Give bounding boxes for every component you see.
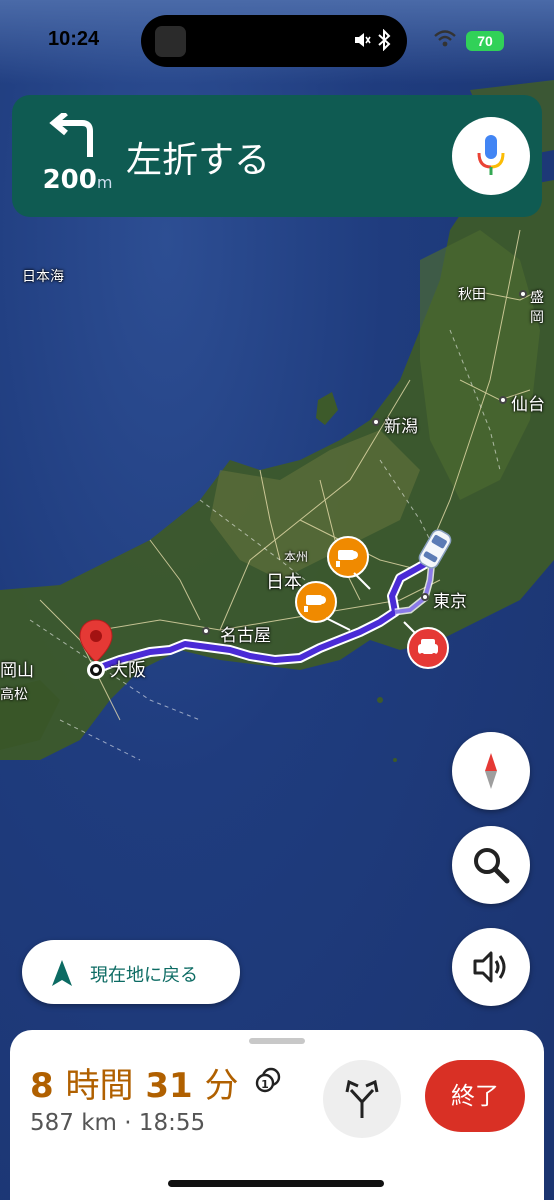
- route-badge[interactable]: 1: [255, 1067, 281, 1097]
- eta-minutes-unit: 分: [204, 1066, 239, 1106]
- navigation-arrow-icon: [52, 960, 72, 986]
- city-dot: [202, 627, 210, 635]
- eta-minutes: 31: [145, 1066, 193, 1106]
- recenter-button[interactable]: 現在地に戻る: [22, 940, 240, 1004]
- map-label-sendai: 仙台: [511, 395, 545, 415]
- distance-unit: m: [96, 173, 113, 192]
- city-dot: [519, 290, 527, 298]
- city-dot: [499, 396, 507, 404]
- turn-left-icon: [46, 110, 96, 163]
- battery-level: 70: [477, 33, 493, 49]
- map-label-sea-of-japan: 日本海: [22, 269, 64, 285]
- map-label-tokyo: 東京: [433, 592, 467, 612]
- trip-separator: ·: [124, 1110, 132, 1136]
- home-indicator[interactable]: [168, 1180, 384, 1187]
- map-label-morioka: 盛岡: [530, 290, 544, 326]
- traffic-incident-icon[interactable]: [400, 620, 456, 676]
- end-navigation-button[interactable]: 終了: [425, 1060, 525, 1132]
- city-dot: [421, 593, 429, 601]
- destination-pin-icon[interactable]: [78, 618, 114, 686]
- speed-camera-icon[interactable]: [294, 580, 354, 640]
- map-label-takamatsu: 高松: [0, 687, 28, 703]
- route-badge-number: 1: [261, 1078, 269, 1091]
- city-dot: [372, 418, 380, 426]
- search-icon: [474, 848, 510, 884]
- app-icon: [155, 26, 186, 57]
- alternate-routes-button[interactable]: [323, 1060, 401, 1138]
- trip-arrival-time: 18:55: [138, 1110, 206, 1136]
- recenter-label: 現在地に戻る: [90, 965, 198, 986]
- map-label-honshu: 本州: [284, 550, 309, 564]
- map-label-okayama: 岡山: [0, 661, 34, 681]
- dynamic-island: [141, 15, 407, 67]
- map-label-nagoya: 名古屋: [220, 626, 271, 646]
- alt-route-icon: [345, 1080, 379, 1118]
- bluetooth-icon: [377, 28, 391, 56]
- compass-icon: [485, 753, 497, 789]
- trip-info: 587 km · 18:55: [30, 1110, 205, 1136]
- sound-button[interactable]: [452, 928, 530, 1006]
- sound-icon: [473, 951, 506, 983]
- voice-search-button[interactable]: [452, 117, 530, 195]
- route-info-icon: 1: [255, 1067, 281, 1093]
- distance-value: 200: [42, 165, 97, 195]
- microphone-icon: [477, 135, 505, 175]
- trip-distance: 587 km: [30, 1110, 117, 1136]
- mute-icon: [353, 31, 371, 54]
- eta-hours-unit: 時間: [65, 1066, 134, 1106]
- search-button[interactable]: [452, 826, 530, 904]
- map-label-akita: 秋田: [458, 287, 486, 303]
- trip-panel[interactable]: 8 時間 31 分 1 587 km · 18:55 終了: [10, 1030, 544, 1200]
- navigation-banner[interactable]: 200m 左折する: [12, 95, 542, 217]
- compass-button[interactable]: [452, 732, 530, 810]
- map-label-niigata: 新潟: [384, 417, 418, 437]
- drag-handle[interactable]: [249, 1038, 305, 1044]
- car-icon: [412, 526, 458, 576]
- status-time: 10:24: [48, 28, 100, 50]
- status-bar: 10:24 70: [0, 0, 554, 84]
- battery-indicator: 70: [466, 31, 504, 51]
- map-label-osaka: 大阪: [110, 660, 146, 681]
- eta-duration: 8 時間 31 分: [30, 1058, 239, 1107]
- turn-instruction: 左折する: [126, 140, 271, 181]
- wifi-icon: [434, 30, 456, 52]
- eta-hours: 8: [30, 1066, 54, 1106]
- turn-distance: 200m: [30, 165, 125, 195]
